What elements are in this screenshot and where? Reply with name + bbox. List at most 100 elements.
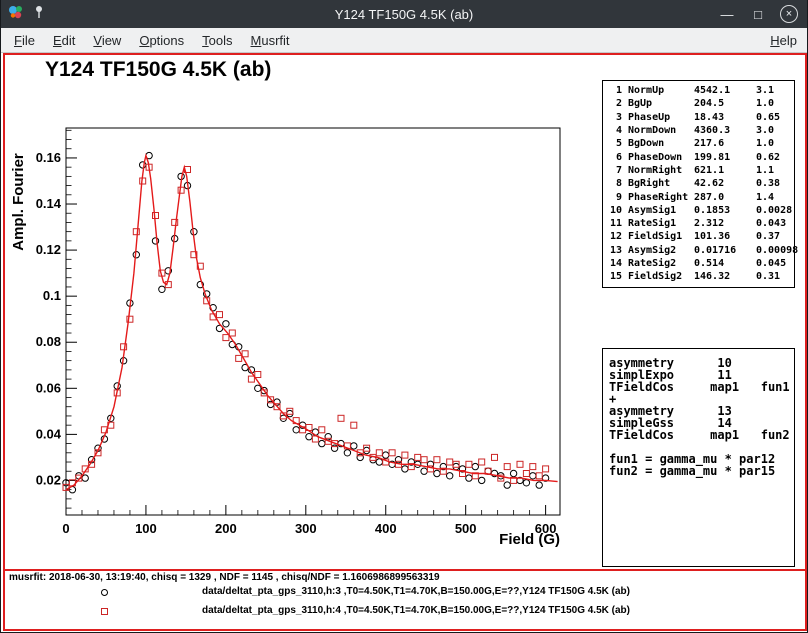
- param-err: 0.0028: [756, 205, 792, 216]
- maximize-button[interactable]: □: [749, 5, 767, 23]
- param-row: 1NormUp4542.13.1: [608, 84, 789, 97]
- param-err: 0.043: [756, 218, 789, 229]
- pad-divider: [3, 569, 807, 571]
- param-no: 12: [608, 231, 622, 242]
- param-err: 3.0: [756, 125, 789, 136]
- param-err: 1.0: [756, 98, 789, 109]
- param-no: 11: [608, 218, 622, 229]
- theory-line: TFieldCos map1 fun2: [609, 429, 788, 441]
- theory-box[interactable]: asymmetry 10simplExpo 11TFieldCos map1 f…: [602, 348, 795, 567]
- param-no: 5: [608, 138, 622, 149]
- param-name: FieldSig2: [628, 271, 688, 282]
- menu-help[interactable]: Help: [764, 33, 803, 48]
- param-name: RateSig1: [628, 218, 688, 229]
- param-name: FieldSig1: [628, 231, 688, 242]
- param-err: 0.31: [756, 271, 789, 282]
- svg-text:300: 300: [295, 521, 317, 536]
- param-row: 8 BgRight 42.62 0.38: [608, 177, 789, 190]
- svg-text:0.12: 0.12: [36, 242, 61, 257]
- param-err: 1.0: [756, 138, 789, 149]
- param-val: 101.36: [694, 231, 750, 242]
- param-name: BgRight: [628, 178, 688, 189]
- menu-tools[interactable]: Tools: [193, 33, 241, 48]
- svg-text:0.14: 0.14: [36, 196, 62, 211]
- param-err: 0.045: [756, 258, 789, 269]
- param-row: 13AsymSig20.017160.00098: [608, 244, 789, 257]
- param-name: PhaseRight: [628, 192, 688, 203]
- svg-text:0.1: 0.1: [43, 288, 61, 303]
- param-name: AsymSig2: [628, 245, 688, 256]
- param-row: 10AsymSig10.18530.0028: [608, 204, 789, 217]
- menu-file[interactable]: File: [5, 33, 44, 48]
- series-data-h3: [63, 152, 549, 493]
- param-val: 0.514: [694, 258, 750, 269]
- app-icon: [8, 4, 24, 25]
- x-axis-title: Field (G): [499, 531, 560, 548]
- legend-marker-circle: [101, 589, 108, 596]
- param-row: 4 NormDown 4360.3 3.0: [608, 124, 789, 137]
- svg-text:0.02: 0.02: [36, 472, 61, 487]
- param-val: 0.01716: [694, 245, 750, 256]
- param-val: 4542.1: [694, 85, 750, 96]
- param-val: 146.32: [694, 271, 750, 282]
- param-name: RateSig2: [628, 258, 688, 269]
- fit-stats: musrfit: 2018-06-30, 13:19:40, chisq = 1…: [9, 572, 440, 583]
- param-val: 42.62: [694, 178, 750, 189]
- svg-text:100: 100: [135, 521, 157, 536]
- param-val: 287.0: [694, 192, 750, 203]
- menu-musrfit[interactable]: Musrfit: [242, 33, 299, 48]
- theory-line: fun2 = gamma_mu * par15: [609, 465, 788, 477]
- param-row: 5BgDown217.61.0: [608, 137, 789, 150]
- param-no: 4: [608, 125, 622, 136]
- parameter-box[interactable]: 1NormUp4542.13.12BgUp204.51.03PhaseUp18.…: [602, 80, 795, 288]
- param-no: 14: [608, 258, 622, 269]
- param-no: 8: [608, 178, 622, 189]
- menu-view[interactable]: View: [84, 33, 130, 48]
- param-err: 0.65: [756, 112, 789, 123]
- root-canvas[interactable]: Y124 TF150G 4.5K (ab) 010020030040050060…: [3, 53, 807, 631]
- param-row: 3PhaseUp18.430.65: [608, 111, 789, 124]
- y-axis-title: Ampl. Fourier: [10, 153, 27, 251]
- param-name: PhaseUp: [628, 112, 688, 123]
- pin-icon[interactable]: [33, 5, 45, 24]
- svg-text:0: 0: [62, 521, 69, 536]
- param-val: 217.6: [694, 138, 750, 149]
- menu-options[interactable]: Options: [130, 33, 193, 48]
- param-no: 10: [608, 205, 622, 216]
- param-row: 11RateSig12.3120.043: [608, 217, 789, 230]
- param-row: 7NormRight621.11.1: [608, 164, 789, 177]
- param-name: NormRight: [628, 165, 688, 176]
- legend-marker-square: [101, 608, 108, 615]
- minimize-button[interactable]: —: [718, 5, 736, 23]
- param-err: 1.4: [756, 192, 789, 203]
- param-val: 199.81: [694, 152, 750, 163]
- svg-text:200: 200: [215, 521, 237, 536]
- series-data-h4: [63, 164, 549, 490]
- app-window: Y124 TF150G 4.5K (ab) — □ × FileEditView…: [0, 0, 808, 633]
- param-err: 0.37: [756, 231, 789, 242]
- fourier-plot[interactable]: 01002003004005006000.020.040.060.080.10.…: [9, 112, 584, 557]
- svg-text:0.06: 0.06: [36, 380, 61, 395]
- title-bar[interactable]: Y124 TF150G 4.5K (ab) — □ ×: [1, 0, 807, 28]
- param-no: 3: [608, 112, 622, 123]
- param-name: NormDown: [628, 125, 688, 136]
- menu-items: FileEditViewOptionsToolsMusrfit: [5, 33, 299, 48]
- svg-text:500: 500: [455, 521, 477, 536]
- param-val: 204.5: [694, 98, 750, 109]
- close-button[interactable]: ×: [780, 5, 798, 23]
- param-err: 1.1: [756, 165, 789, 176]
- param-row: 6PhaseDown199.810.62: [608, 150, 789, 163]
- param-name: BgUp: [628, 98, 688, 109]
- param-row: 12 FieldSig1 101.36 0.37: [608, 230, 789, 243]
- param-val: 4360.3: [694, 125, 750, 136]
- svg-text:0.16: 0.16: [36, 150, 61, 165]
- param-no: 7: [608, 165, 622, 176]
- svg-text:0.04: 0.04: [36, 426, 62, 441]
- param-err: 0.38: [756, 178, 789, 189]
- param-no: 1: [608, 85, 622, 96]
- menu-edit[interactable]: Edit: [44, 33, 84, 48]
- theory-line: TFieldCos map1 fun1: [609, 381, 788, 393]
- legend-label: data/deltat_pta_gps_3110,h:3 ,T0=4.50K,T…: [202, 586, 630, 597]
- svg-text:0.08: 0.08: [36, 334, 61, 349]
- param-no: 15: [608, 271, 622, 282]
